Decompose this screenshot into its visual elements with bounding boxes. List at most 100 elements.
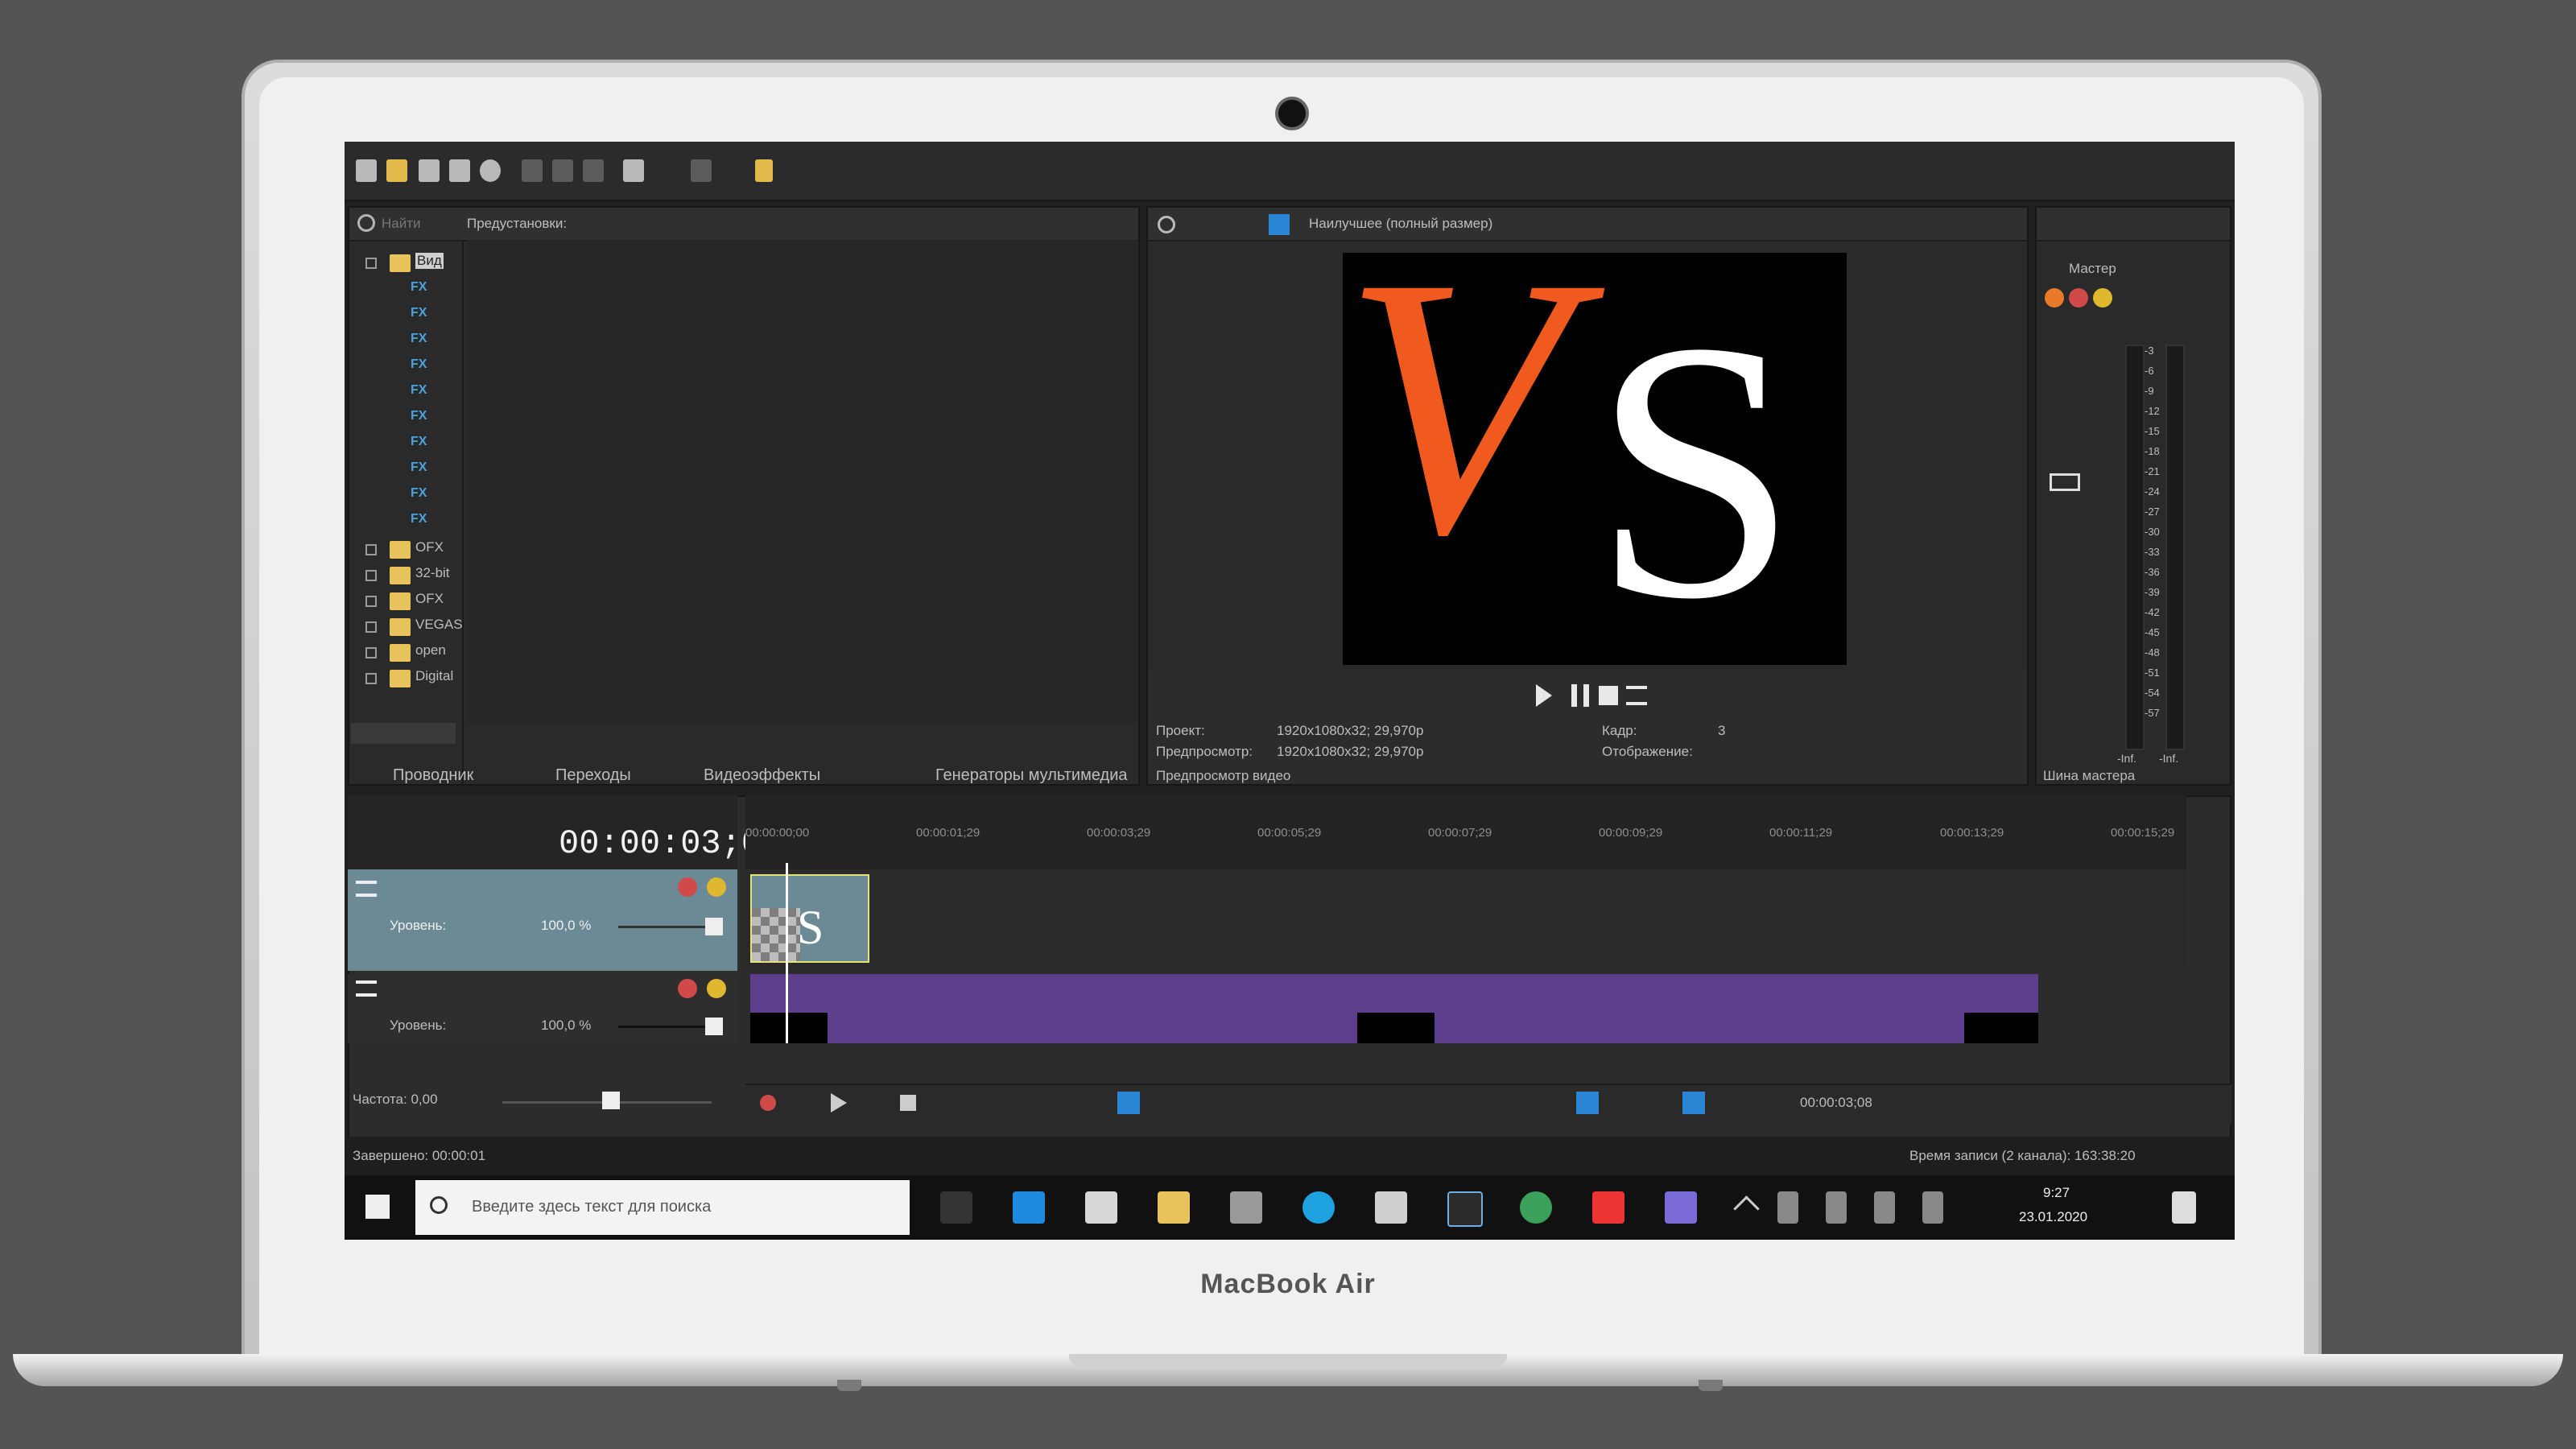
tree-item[interactable]: FX: [365, 433, 462, 454]
explorer-search-input[interactable]: Найти: [382, 216, 421, 232]
camera-app-icon[interactable]: [1230, 1191, 1262, 1224]
yandex-browser-icon[interactable]: [1592, 1191, 1624, 1224]
tab-video-preview[interactable]: Предпросмотр видео: [1156, 768, 1290, 784]
new-file-icon[interactable]: [356, 159, 377, 182]
menu-icon[interactable]: [1626, 686, 1647, 705]
taskbar-search-box[interactable]: Введите здесь текст для поиска: [415, 1180, 910, 1235]
tree-folder[interactable]: OFX: [365, 539, 462, 560]
tray-icon[interactable]: [1777, 1191, 1798, 1224]
level-slider-handle[interactable]: [705, 1018, 723, 1035]
save-as-icon[interactable]: [449, 159, 470, 182]
play-icon[interactable]: [1536, 684, 1552, 707]
tree-item[interactable]: FX: [365, 382, 462, 402]
folder-icon: [390, 592, 411, 610]
settings-icon[interactable]: [480, 159, 501, 182]
task-view-icon[interactable]: [940, 1191, 972, 1224]
open-folder-icon[interactable]: [386, 159, 407, 182]
chevron-up-icon[interactable]: [1733, 1195, 1760, 1222]
ruler-labels: 00:00:00;00 00:00:01;29 00:00:03;29 00:00:0…: [745, 810, 2186, 858]
volume-icon[interactable]: [1922, 1191, 1943, 1224]
level-slider-handle[interactable]: [705, 918, 723, 935]
tab-video-fx[interactable]: Видеоэффекты: [704, 766, 820, 794]
video-track-lane[interactable]: [745, 869, 2186, 971]
folder-icon: [390, 541, 411, 559]
ruler-label: 00:00:07;29: [1428, 826, 1492, 840]
snap-toggle[interactable]: [1117, 1092, 1140, 1114]
playhead[interactable]: [786, 863, 788, 1043]
edge-icon[interactable]: [1013, 1191, 1045, 1224]
tool-icon[interactable]: [755, 159, 773, 182]
cut-icon[interactable]: [522, 159, 543, 182]
tree-item[interactable]: FX: [365, 304, 462, 325]
save-icon[interactable]: [419, 159, 440, 182]
store-icon[interactable]: [1085, 1191, 1117, 1224]
tree-item[interactable]: FX: [365, 356, 462, 377]
taskbar-search-input[interactable]: Введите здесь текст для поиска: [472, 1198, 711, 1216]
level-slider[interactable]: [618, 1026, 712, 1028]
play-button[interactable]: [831, 1093, 847, 1113]
tool-toggle[interactable]: [1576, 1092, 1599, 1114]
track-menu-icon[interactable]: [356, 980, 377, 997]
tab-master-bus[interactable]: Шина мастера: [2043, 768, 2135, 784]
stop-icon[interactable]: [1599, 686, 1618, 705]
tree-item[interactable]: FX: [365, 459, 462, 480]
preview-mode-icon[interactable]: [1269, 214, 1290, 235]
gear-icon[interactable]: [1158, 216, 1175, 233]
fx-icon[interactable]: [2045, 288, 2064, 308]
tree-folder[interactable]: open: [365, 642, 462, 663]
record-button[interactable]: [760, 1095, 776, 1111]
meter-left: [2125, 345, 2145, 750]
tree-item[interactable]: FX: [365, 279, 462, 299]
audio-clip[interactable]: [750, 974, 2038, 1043]
chrome-icon[interactable]: [1520, 1191, 1552, 1224]
tree-item[interactable]: FX: [365, 330, 462, 351]
tree-item[interactable]: FX: [365, 510, 462, 531]
battery-icon[interactable]: [1874, 1191, 1895, 1224]
mute-track-icon[interactable]: [678, 877, 697, 897]
file-explorer-icon[interactable]: [1158, 1191, 1190, 1224]
track-header-audio[interactable]: Уровень: 100,0 %: [348, 974, 737, 1043]
quality-select[interactable]: Наилучшее (полный размер): [1309, 216, 1492, 232]
video-clip[interactable]: S: [750, 874, 869, 963]
pause-icon[interactable]: [1571, 684, 1589, 707]
mute-track-icon[interactable]: [678, 979, 697, 998]
edit-tool-toggle[interactable]: [1682, 1092, 1705, 1114]
tree-root[interactable]: Вид: [365, 253, 462, 274]
tree-folder[interactable]: Digital: [365, 668, 462, 689]
tab-media-generators[interactable]: Генераторы мультимедиа: [935, 766, 1128, 794]
mute-icon[interactable]: [2093, 288, 2112, 308]
tab-transitions[interactable]: Переходы: [555, 766, 631, 794]
calculator-icon[interactable]: [1375, 1191, 1407, 1224]
network-icon[interactable]: [1826, 1191, 1847, 1224]
tree-scrollbar[interactable]: [351, 723, 456, 744]
track-header-video[interactable]: Уровень: 100,0 %: [348, 869, 737, 971]
mail-app-icon[interactable]: [1665, 1191, 1697, 1224]
clock-time[interactable]: 9:27: [2043, 1185, 2070, 1201]
skype-icon[interactable]: [1302, 1191, 1335, 1224]
meter-scale-label: -30: [2145, 526, 2160, 538]
undo-icon[interactable]: [623, 159, 644, 182]
tree-item[interactable]: FX: [365, 485, 462, 506]
track-menu-icon[interactable]: [356, 881, 377, 897]
fader-handle[interactable]: [2050, 473, 2080, 491]
collapse-icon[interactable]: [365, 258, 377, 269]
solo-track-icon[interactable]: [707, 877, 726, 897]
notifications-icon[interactable]: [2172, 1191, 2196, 1224]
solo-track-icon[interactable]: [707, 979, 726, 998]
stop-button[interactable]: [900, 1095, 916, 1111]
tree-folder[interactable]: VEGAS: [365, 617, 463, 638]
record-icon[interactable]: [2069, 288, 2088, 308]
rate-slider-handle[interactable]: [602, 1092, 620, 1109]
tab-explorer[interactable]: Проводник: [393, 766, 473, 794]
redo-icon[interactable]: [691, 159, 712, 182]
vegas-icon[interactable]: [1447, 1191, 1483, 1227]
tree-folder[interactable]: OFX: [365, 591, 462, 612]
clock-date[interactable]: 23.01.2020: [2019, 1209, 2087, 1225]
paste-icon[interactable]: [583, 159, 604, 182]
level-slider[interactable]: [618, 926, 712, 928]
copy-icon[interactable]: [552, 159, 573, 182]
search-icon[interactable]: [357, 214, 375, 232]
windows-start-icon[interactable]: [365, 1195, 390, 1219]
tree-folder[interactable]: 32-bit: [365, 565, 462, 586]
tree-item[interactable]: FX: [365, 407, 462, 428]
